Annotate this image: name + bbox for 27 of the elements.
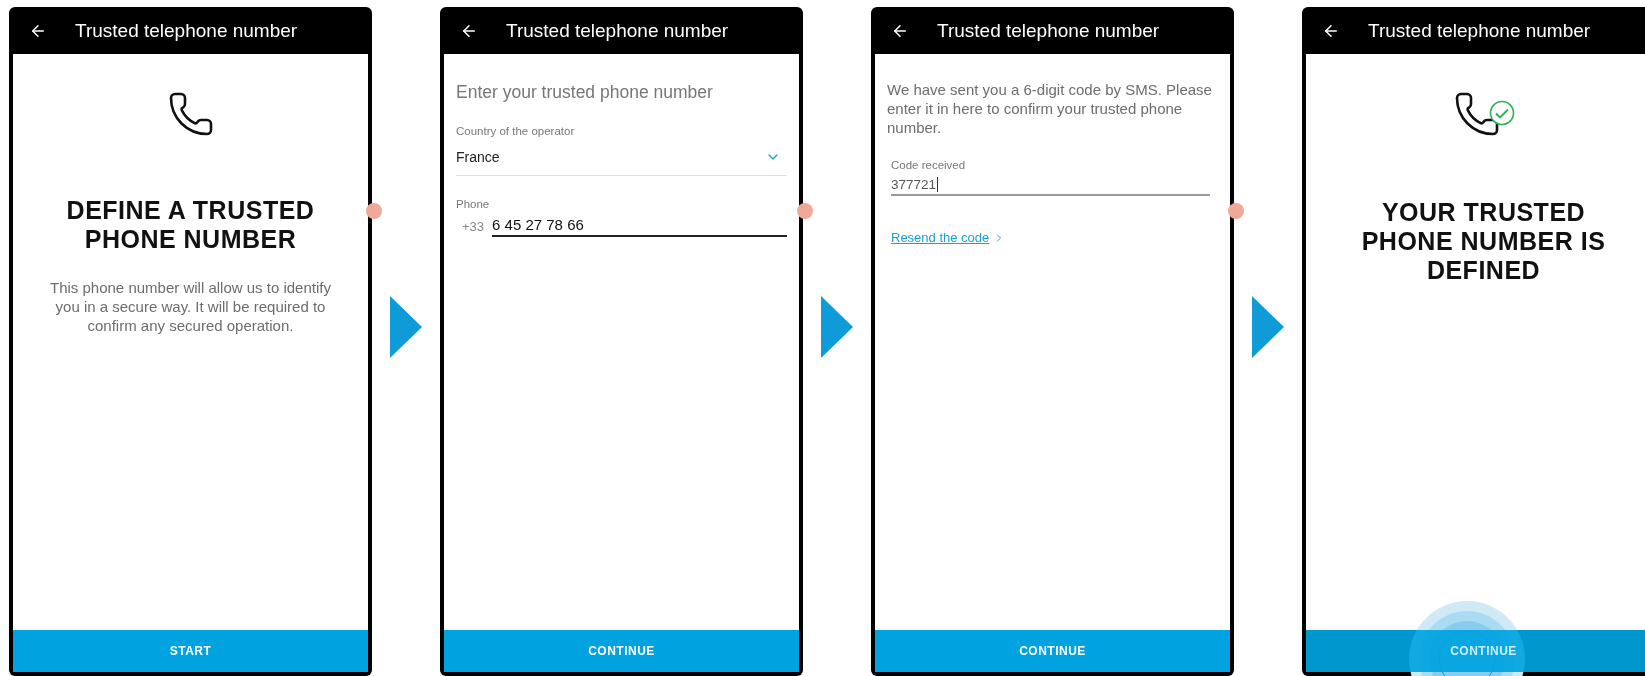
- next-step-arrow-icon: [1252, 296, 1284, 358]
- screen-title: Trusted telephone number: [506, 19, 729, 42]
- continue-button[interactable]: CONTINUE: [444, 630, 799, 672]
- page-heading: DEFINE A TRUSTED PHONE NUMBER: [65, 196, 316, 254]
- screen-title: Trusted telephone number: [75, 19, 298, 42]
- next-step-arrow-icon: [821, 296, 853, 358]
- field-label: Country of the operator: [456, 125, 576, 137]
- continue-button[interactable]: CONTINUE: [1306, 630, 1645, 672]
- page-heading: YOUR TRUSTED PHONE NUMBER IS DEFINED: [1360, 198, 1607, 285]
- description-text: This phone number will allow us to identify you in a secure way. It will be required to confirm any secured operation.: [49, 278, 332, 335]
- screen-title: Trusted telephone number: [937, 19, 1160, 42]
- resend-link[interactable]: Resend the code: [891, 230, 1006, 245]
- touch-indicator-icon: [797, 203, 813, 219]
- field-label: Code received: [890, 159, 967, 171]
- continue-button[interactable]: CONTINUE: [875, 630, 1230, 672]
- field-label: Phone: [456, 198, 491, 210]
- screen-title: Trusted telephone number: [1368, 19, 1591, 42]
- continue-button[interactable]: START: [13, 630, 368, 672]
- instruction-text: We have sent you a 6-digit code by SMS. Please enter it in here to confirm your trusted phone number.: [887, 80, 1213, 137]
- form-subtitle: Enter your trusted phone number: [456, 82, 714, 103]
- touch-indicator-icon: [366, 203, 382, 219]
- country-select[interactable]: France: [456, 141, 787, 176]
- next-step-arrow-icon: [390, 296, 422, 358]
- phone-input[interactable]: 6 45 27 78 66: [492, 216, 787, 237]
- country-code: +33: [462, 219, 485, 236]
- touch-indicator-icon: [1228, 203, 1244, 219]
- code-input[interactable]: 377721: [891, 177, 1210, 196]
